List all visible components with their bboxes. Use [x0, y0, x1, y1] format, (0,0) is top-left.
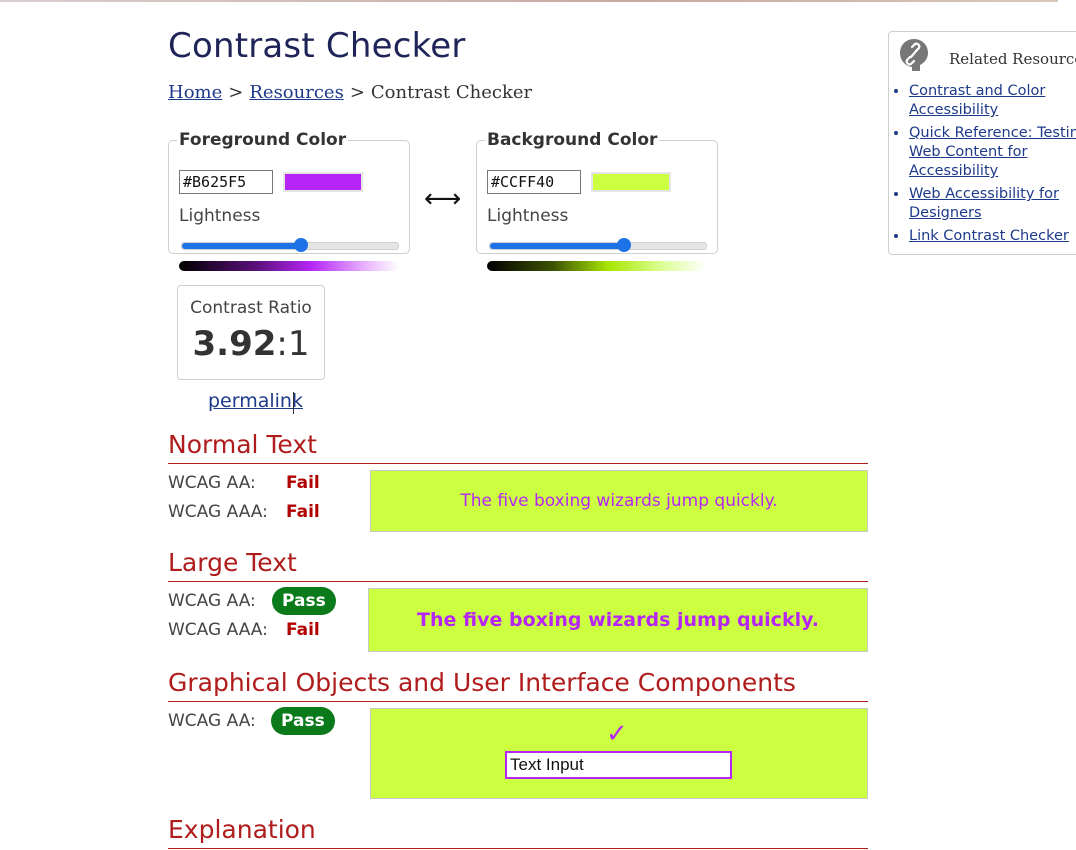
foreground-slider-thumb[interactable]	[294, 238, 308, 252]
background-color-legend: Background Color	[487, 130, 658, 150]
breadcrumb-current: Contrast Checker	[370, 82, 533, 103]
breadcrumb-separator: >	[349, 82, 365, 103]
normal-text-rule	[168, 463, 868, 464]
foreground-color-legend: Foreground Color	[179, 130, 347, 150]
background-swatch-fill	[593, 174, 669, 190]
top-accent-bar	[0, 0, 1058, 2]
graphical-aa-pass-badge: Pass	[271, 707, 335, 735]
large-text-heading: Large Text	[168, 548, 297, 577]
swap-colors-icon[interactable]: ⟷	[424, 184, 461, 214]
checkmark-icon: ✓	[606, 719, 628, 749]
large-text-preview: The five boxing wizards jump quickly.	[368, 588, 868, 652]
normal-text-heading: Normal Text	[168, 430, 317, 459]
normal-aaa-result: Fail	[286, 502, 320, 522]
related-resources-panel: Related Resources Contrast and Color Acc…	[888, 31, 1076, 255]
background-slider-fill	[490, 243, 624, 249]
graphical-objects-heading: Graphical Objects and User Interface Com…	[168, 668, 796, 697]
background-lightness-slider[interactable]	[489, 238, 707, 252]
breadcrumb-separator: >	[228, 82, 244, 103]
foreground-color-swatch[interactable]	[283, 172, 363, 192]
large-aaa-label: WCAG AAA:	[168, 620, 268, 640]
foreground-slider-fill	[182, 243, 301, 249]
normal-aa-label: WCAG AA:	[168, 473, 256, 493]
link-icon	[900, 39, 928, 71]
graphical-objects-rule	[168, 701, 868, 702]
foreground-lightness-gradient	[179, 261, 399, 271]
breadcrumb-home-link[interactable]: Home	[168, 82, 222, 103]
list-item: Quick Reference: Testing Web Content for…	[909, 124, 1076, 181]
sample-text-input[interactable]	[505, 751, 732, 779]
list-item: Link Contrast Checker	[909, 227, 1076, 246]
permalink-link[interactable]: permalink	[208, 390, 303, 412]
explanation-heading: Explanation	[168, 815, 316, 844]
breadcrumb: Home > Resources > Contrast Checker	[168, 82, 532, 103]
related-resources-list: Contrast and Color Accessibility Quick R…	[889, 82, 1076, 250]
foreground-lightness-slider[interactable]	[181, 238, 399, 252]
explanation-rule	[168, 848, 868, 849]
contrast-ratio-suffix: :1	[276, 324, 310, 364]
related-link-contrast-color[interactable]: Contrast and Color Accessibility	[909, 83, 1045, 118]
related-link-quick-reference[interactable]: Quick Reference: Testing Web Content for…	[909, 125, 1076, 179]
normal-aa-result: Fail	[286, 473, 320, 493]
related-resources-title: Related Resources	[949, 50, 1076, 68]
related-link-link-contrast-checker[interactable]: Link Contrast Checker	[909, 228, 1069, 244]
contrast-ratio-number: 3.92	[192, 324, 277, 364]
foreground-hex-input[interactable]	[179, 170, 273, 194]
list-item: Contrast and Color Accessibility	[909, 82, 1076, 120]
contrast-ratio-value: 3.92:1	[178, 324, 324, 364]
contrast-ratio-label: Contrast Ratio	[190, 298, 312, 318]
contrast-ratio-box: Contrast Ratio 3.92:1	[177, 285, 325, 380]
breadcrumb-resources-link[interactable]: Resources	[249, 82, 343, 103]
background-lightness-label: Lightness	[487, 206, 569, 226]
graphical-aa-label: WCAG AA:	[168, 711, 256, 731]
foreground-swatch-fill	[285, 174, 361, 190]
background-color-swatch[interactable]	[591, 172, 671, 192]
normal-text-sample: The five boxing wizards jump quickly.	[460, 491, 778, 511]
list-item: Web Accessibility for Designers	[909, 185, 1076, 223]
normal-aaa-label: WCAG AAA:	[168, 502, 268, 522]
large-text-rule	[168, 581, 868, 582]
large-text-sample: The five boxing wizards jump quickly.	[417, 609, 819, 631]
background-hex-input[interactable]	[487, 170, 581, 194]
large-aa-label: WCAG AA:	[168, 591, 256, 611]
page-title: Contrast Checker	[168, 26, 466, 66]
text-cursor	[293, 392, 294, 414]
large-aa-pass-badge: Pass	[272, 587, 336, 615]
related-link-web-accessibility-designers[interactable]: Web Accessibility for Designers	[909, 186, 1059, 221]
background-color-panel: Background Color Lightness	[476, 130, 718, 271]
background-lightness-gradient	[487, 261, 707, 271]
background-slider-thumb[interactable]	[617, 238, 631, 252]
foreground-lightness-label: Lightness	[179, 206, 261, 226]
large-aaa-result: Fail	[286, 620, 320, 640]
normal-text-preview: The five boxing wizards jump quickly.	[370, 470, 868, 532]
foreground-color-panel: Foreground Color Lightness	[168, 130, 410, 271]
